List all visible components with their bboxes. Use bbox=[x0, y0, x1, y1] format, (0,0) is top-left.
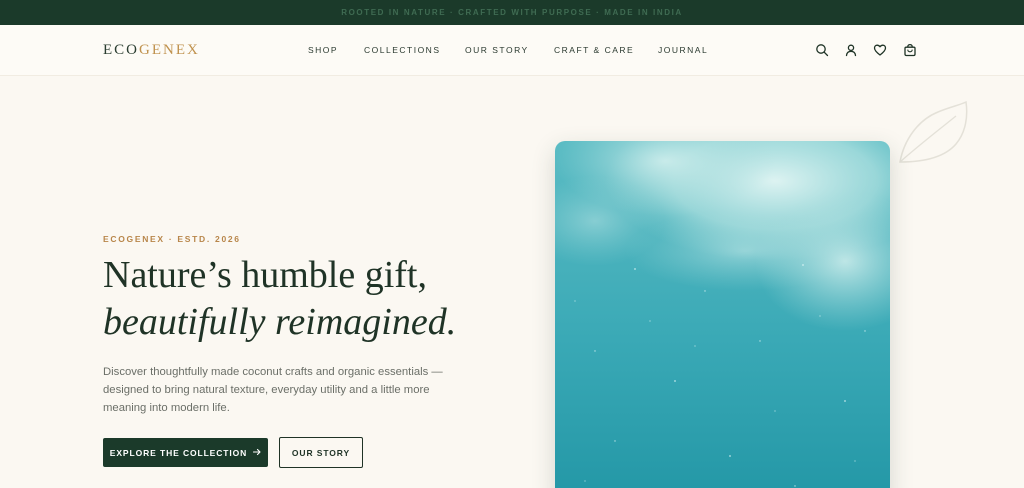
nav-item-our-story[interactable]: OUR STORY bbox=[465, 45, 529, 55]
logo-text-eco: ECO bbox=[103, 42, 139, 58]
our-story-button[interactable]: OUR STORY bbox=[279, 437, 363, 468]
announcement-text: ROOTED IN NATURE · CRAFTED WITH PURPOSE … bbox=[341, 8, 683, 17]
leaf-decoration-icon bbox=[896, 100, 970, 166]
explore-collection-button[interactable]: EXPLORE THE COLLECTION bbox=[103, 438, 268, 467]
brand-logo[interactable]: ECOGENEX bbox=[103, 42, 200, 58]
bag-icon[interactable] bbox=[903, 43, 917, 57]
nav-item-collections[interactable]: COLLECTIONS bbox=[364, 45, 441, 55]
hero-description: Discover thoughtfully made coconut craft… bbox=[103, 366, 443, 414]
logo-text-genex: GENEX bbox=[139, 42, 200, 58]
nav-item-journal[interactable]: JOURNAL bbox=[658, 45, 708, 55]
hero-eyebrow: ECOGENEX · ESTD. 2026 bbox=[103, 234, 241, 244]
nav-item-craft-care[interactable]: CRAFT & CARE bbox=[554, 45, 634, 55]
arrow-right-icon bbox=[253, 448, 261, 458]
heart-icon[interactable] bbox=[873, 43, 887, 57]
hero-image bbox=[555, 141, 890, 488]
hero-headline-line1: Nature’s humble gift, bbox=[103, 254, 427, 296]
explore-collection-label: EXPLORE THE COLLECTION bbox=[109, 447, 248, 458]
hero-headline: Nature’s humble gift, beautifully reimag… bbox=[103, 252, 456, 346]
site-header: ECOGENEX SHOP COLLECTIONS OUR STORY CRAF… bbox=[0, 25, 1024, 76]
account-icon[interactable] bbox=[844, 43, 858, 57]
search-icon[interactable] bbox=[815, 43, 829, 57]
announcement-bar: ROOTED IN NATURE · CRAFTED WITH PURPOSE … bbox=[0, 0, 1024, 25]
our-story-label: OUR STORY bbox=[291, 447, 351, 458]
hero-headline-line2: beautifully reimagined. bbox=[103, 301, 457, 343]
nav-item-shop[interactable]: SHOP bbox=[308, 45, 338, 55]
